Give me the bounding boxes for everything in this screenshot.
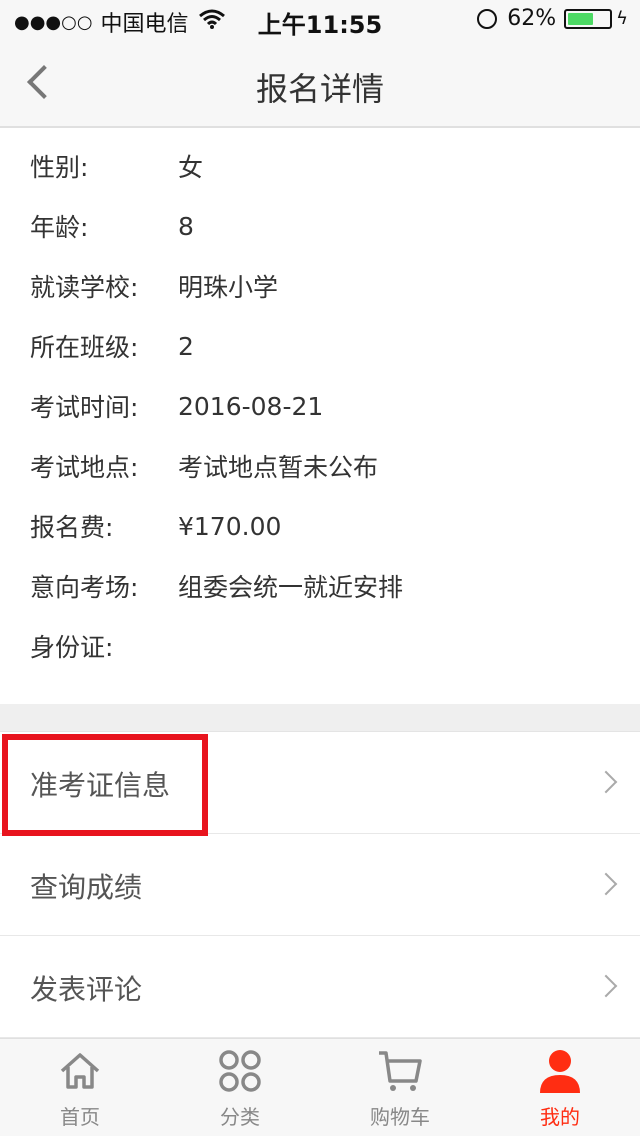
detail-label: 所在班级: [30, 333, 139, 362]
detail-value: 2016-08-21 [178, 391, 324, 421]
detail-row: 年龄: 8 [30, 206, 194, 246]
battery-percent: 62% [507, 6, 557, 31]
detail-value: 考试地点暂未公布 [178, 453, 379, 482]
tab-label: 分类 [220, 1105, 260, 1129]
detail-label: 报名费: [30, 513, 114, 542]
tab-category[interactable]: 分类 [160, 1039, 320, 1136]
detail-row: 所在班级: 2 [30, 326, 194, 366]
status-bar: ●●●○○ 中国电信 上午11:55 62% ϟ [0, 0, 640, 40]
charging-icon: ϟ [616, 8, 628, 29]
tab-bar: 首页 分类 购物车 我的 [0, 1038, 640, 1136]
detail-row: 考试时间: 2016-08-21 [30, 386, 323, 426]
chevron-right-icon [594, 872, 618, 896]
menu-item-label: 发表评论 [30, 973, 143, 1006]
menu-item-label: 查询成绩 [30, 871, 143, 904]
detail-label: 考试地点: [30, 453, 139, 482]
tab-label: 我的 [540, 1105, 580, 1129]
detail-row: 考试地点: 考试地点暂未公布 [30, 446, 378, 486]
category-icon [216, 1047, 264, 1095]
detail-value: 组委会统一就近安排 [178, 573, 404, 602]
cart-icon [376, 1047, 424, 1095]
menu-item-query-score[interactable]: 查询成绩 [0, 834, 640, 936]
detail-label: 考试时间: [30, 393, 139, 422]
detail-value: 明珠小学 [178, 273, 279, 302]
tab-label: 首页 [60, 1105, 100, 1129]
detail-row: 意向考场: 组委会统一就近安排 [30, 566, 403, 606]
detail-label: 意向考场: [30, 573, 139, 602]
detail-label: 就读学校: [30, 273, 139, 302]
nav-bar: 报名详情 [0, 40, 640, 128]
detail-row: 报名费: ¥170.00 [30, 506, 281, 546]
detail-label: 性别: [30, 153, 89, 182]
rotation-lock-icon [477, 8, 498, 29]
status-right: 62% ϟ [477, 6, 628, 31]
chevron-right-icon [594, 770, 618, 794]
detail-label: 年龄: [30, 213, 89, 242]
page-title: 报名详情 [255, 70, 384, 108]
battery-icon [564, 8, 613, 29]
tab-label: 购物车 [370, 1105, 430, 1129]
chevron-right-icon [594, 974, 618, 998]
detail-label: 身份证: [30, 633, 114, 662]
tab-home[interactable]: 首页 [0, 1039, 160, 1136]
detail-value: 女 [178, 153, 204, 182]
detail-row: 身份证: [30, 626, 178, 666]
tab-mine[interactable]: 我的 [480, 1039, 640, 1136]
user-icon [536, 1047, 584, 1095]
menu-item-post-comment[interactable]: 发表评论 [0, 936, 640, 1038]
detail-value: ¥170.00 [178, 511, 282, 541]
detail-row: 就读学校: 明珠小学 [30, 266, 278, 306]
section-divider [0, 704, 640, 732]
highlight-box [2, 734, 208, 836]
detail-value: 2 [178, 331, 194, 361]
tab-cart[interactable]: 购物车 [320, 1039, 480, 1136]
detail-row: 性别: 女 [30, 146, 203, 186]
detail-value: 8 [178, 211, 194, 241]
home-icon [56, 1047, 104, 1095]
